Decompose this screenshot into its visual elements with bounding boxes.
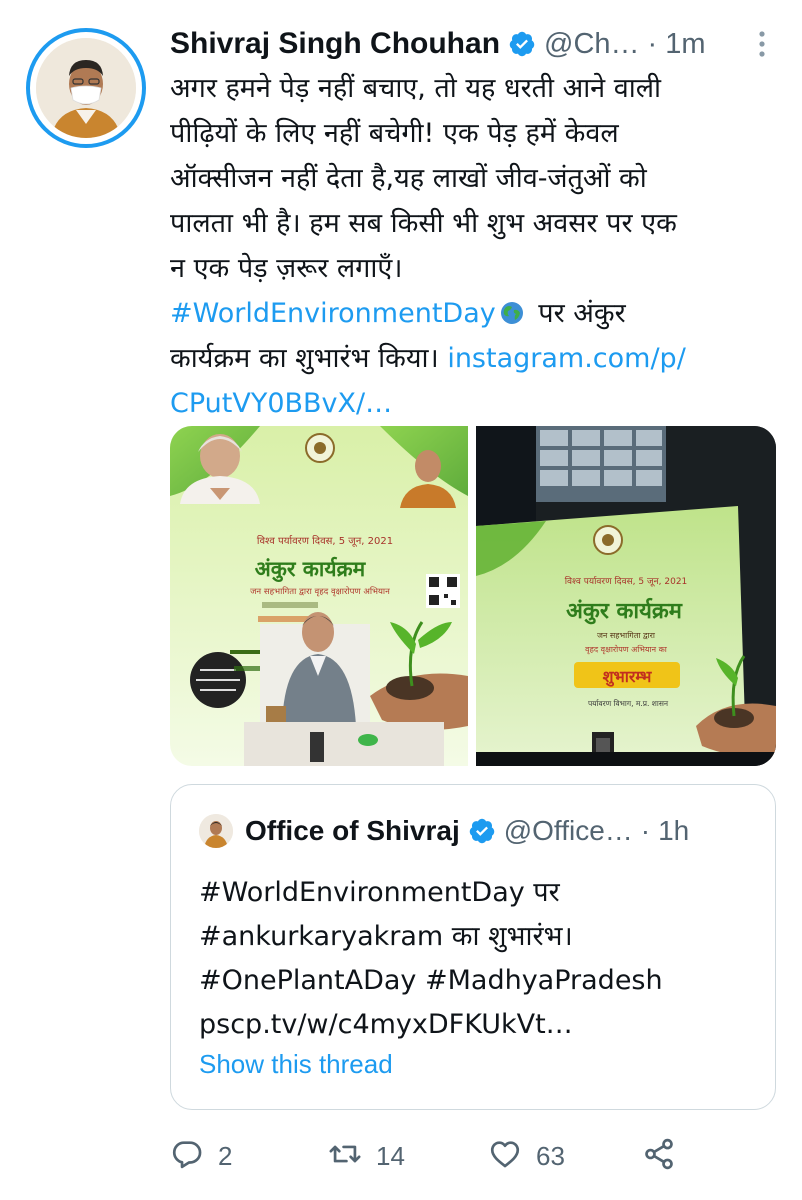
tweet-line: ऑक्सीजन नहीं देता है,यह लाखों जीव-जंतुओं… bbox=[170, 163, 647, 194]
share-button[interactable] bbox=[642, 1137, 676, 1175]
quoted-tweet-line: pscp.tv/w/c4myxDFKUkVt… bbox=[199, 1009, 573, 1040]
quoted-author-avatar[interactable] bbox=[199, 814, 233, 848]
tweet-line: पालता भी है। हम सब किसी भी शुभ अवसर पर ए… bbox=[170, 208, 677, 239]
avatar-photo bbox=[36, 38, 136, 138]
right-title-date: विश्व पर्यावरण दिवस, 5 जून, 2021 bbox=[565, 575, 688, 587]
right-dept-label: पर्यावरण विभाग, म.प्र. शासन bbox=[588, 699, 669, 708]
tweet-text-segment: पर अंकुर bbox=[529, 298, 626, 329]
tweet-line: कार्यक्रम का शुभारंभ किया। instagram.com… bbox=[170, 336, 780, 381]
reply-count: 2 bbox=[218, 1140, 233, 1171]
right-launch-label: शुभारम्भ bbox=[603, 667, 653, 687]
quoted-header-separator: · bbox=[640, 815, 651, 846]
header-separator: · bbox=[647, 27, 658, 60]
quoted-tweet-header: Office of Shivraj @Office… · 1h bbox=[199, 811, 755, 851]
right-program-title: अंकुर कार्यक्रम bbox=[566, 597, 683, 625]
hashtag-link[interactable]: #WorldEnvironmentDay bbox=[170, 298, 496, 329]
reply-icon bbox=[170, 1137, 204, 1175]
like-button[interactable]: 63 bbox=[488, 1137, 565, 1175]
left-title-date: विश्व पर्यावरण दिवस, 5 जून, 2021 bbox=[257, 535, 393, 547]
quoted-tweet[interactable]: Office of Shivraj @Office… · 1h #WorldEn… bbox=[170, 784, 776, 1110]
tweet-text: अगर हमने पेड़ नहीं बचाए, तो यह धरती आने … bbox=[170, 66, 780, 426]
quoted-tweet-time[interactable]: 1h bbox=[658, 815, 689, 847]
quoted-tweet-line: #ankurkaryakram का शुभारंभ। bbox=[199, 921, 573, 952]
left-subtitle: जन सहभागिता द्वारा वृहद वृक्षारोपण अभिया… bbox=[250, 586, 390, 597]
quoted-tweet-text: #WorldEnvironmentDay पर #ankurkaryakram … bbox=[199, 871, 755, 1047]
tweet-line: #WorldEnvironmentDay पर अंकुर bbox=[170, 291, 780, 336]
quoted-tweet-line: #WorldEnvironmentDay पर bbox=[199, 877, 560, 908]
globe-emoji-icon bbox=[500, 294, 524, 324]
more-options-icon[interactable] bbox=[750, 26, 774, 62]
tweet-line: न एक पेड़ ज़रूर लगाएँ। bbox=[170, 253, 403, 284]
retweet-icon bbox=[328, 1137, 362, 1175]
media-photo-right[interactable]: विश्व पर्यावरण दिवस, 5 जून, 2021 अंकुर क… bbox=[476, 426, 776, 766]
quoted-author-name[interactable]: Office of Shivraj bbox=[245, 815, 460, 847]
tweet-line: अगर हमने पेड़ नहीं बचाए, तो यह धरती आने … bbox=[170, 73, 662, 104]
tweet-actions: 2 14 63 bbox=[170, 1134, 730, 1178]
right-subtitle-1: जन सहभागिता द्वारा bbox=[597, 630, 656, 640]
instagram-link[interactable]: instagram.com/p/ bbox=[447, 343, 685, 374]
show-thread-link[interactable]: Show this thread bbox=[199, 1049, 393, 1080]
share-icon bbox=[642, 1137, 676, 1175]
verified-badge-icon bbox=[508, 30, 536, 58]
retweet-count: 14 bbox=[376, 1140, 405, 1171]
like-count: 63 bbox=[536, 1140, 565, 1171]
author-name[interactable]: Shivraj Singh Chouhan bbox=[170, 27, 500, 61]
tweet-line: पीढ़ियों के लिए नहीं बचेगी! एक पेड़ हमें… bbox=[170, 118, 619, 149]
instagram-link-continued[interactable]: CPutVY0BBvX/… bbox=[170, 388, 392, 419]
tweet-header: Shivraj Singh Chouhan @Ch… · 1m bbox=[170, 24, 774, 64]
author-handle[interactable]: @Ch… bbox=[544, 28, 640, 61]
tweet-line: CPutVY0BBvX/… bbox=[170, 381, 780, 426]
left-program-title: अंकुर कार्यक्रम bbox=[255, 556, 367, 583]
tweet-text-segment: कार्यक्रम का शुभारंभ किया। bbox=[170, 343, 448, 374]
media-photo-left[interactable]: विश्व पर्यावरण दिवस, 5 जून, 2021 अंकुर क… bbox=[170, 426, 468, 766]
right-subtitle-2: वृहद वृक्षारोपण अभियान का bbox=[585, 644, 668, 655]
retweet-button[interactable]: 14 bbox=[328, 1137, 405, 1175]
heart-icon bbox=[488, 1137, 522, 1175]
tweet-time[interactable]: 1m bbox=[665, 28, 705, 61]
tweet-media: विश्व पर्यावरण दिवस, 5 जून, 2021 अंकुर क… bbox=[170, 426, 776, 766]
reply-button[interactable]: 2 bbox=[170, 1137, 232, 1175]
verified-badge-icon bbox=[468, 817, 496, 845]
quoted-author-handle[interactable]: @Office… bbox=[504, 815, 633, 847]
quoted-tweet-line: #OnePlantADay #MadhyaPradesh bbox=[199, 965, 663, 996]
author-avatar[interactable] bbox=[26, 28, 146, 148]
